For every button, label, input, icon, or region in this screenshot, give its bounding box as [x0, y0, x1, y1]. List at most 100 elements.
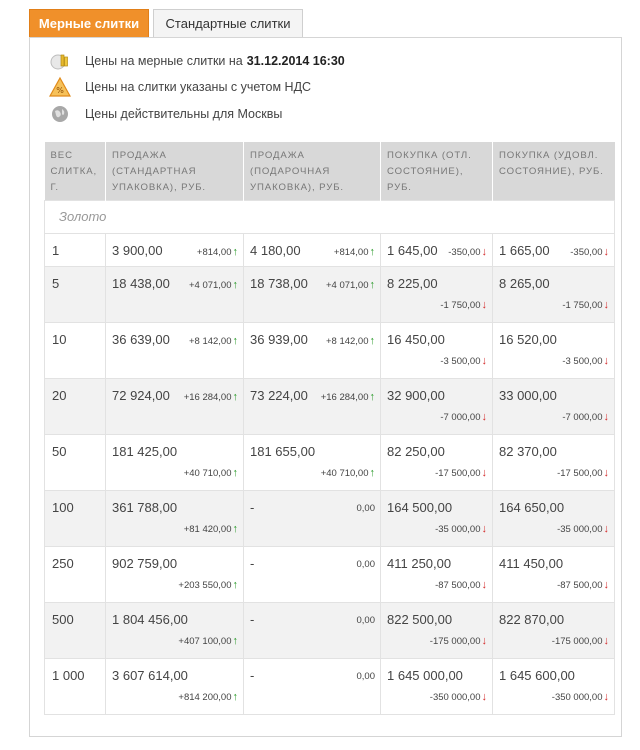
buy-excellent-price: 8 225,00 — [387, 276, 438, 291]
sale-standard-cell: 3 900,00 +814,00↑ — [105, 233, 244, 267]
sale-gift-delta-value: +16 284,00 — [320, 392, 369, 403]
sale-gift-delta-value: 0,00 — [356, 615, 376, 626]
weight-value: 500 — [52, 612, 74, 627]
buy-excellent-delta: -3 500,00↓ — [440, 355, 487, 367]
group-row-gold: Золото — [44, 200, 615, 234]
arrow-down-icon: ↓ — [603, 467, 610, 479]
sale-gift-delta: +16 284,00↑ — [321, 391, 375, 403]
buy-excellent-cell: 822 500,00 -175 000,00↓ — [380, 602, 493, 659]
sale-gift-delta: +4 071,00↑ — [326, 279, 375, 291]
arrow-down-icon: ↓ — [603, 246, 610, 258]
buy-excellent-delta: -87 500,00↓ — [435, 579, 487, 591]
arrow-up-icon: ↑ — [369, 246, 376, 258]
table-header-row: ВЕС СЛИТКА, Г. ПРОДАЖА (СТАНДАРТНАЯ УПАК… — [44, 142, 615, 201]
arrow-up-icon: ↑ — [232, 467, 239, 479]
table-row: 10 36 639,00 +8 142,00↑ 36 939,00 +8 142,00↑… — [44, 322, 615, 379]
sale-gift-delta: 0,00 — [357, 559, 376, 570]
arrow-down-icon: ↓ — [603, 355, 610, 367]
sale-gift-delta-value: +814,00 — [333, 247, 369, 258]
buy-satisfactory-delta: -1 750,00↓ — [562, 299, 609, 311]
buy-satisfactory-delta-value: -1 750,00 — [562, 300, 603, 311]
weight-value: 50 — [52, 444, 67, 459]
buy-satisfactory-delta: -35 000,00↓ — [557, 523, 609, 535]
sale-gift-delta-value: +8 142,00 — [325, 336, 369, 347]
table-row: 100 361 788,00 +81 420,00↑ -0,00 164 500,00-… — [44, 490, 615, 547]
info-moscow: Цены действительны для Москвы — [49, 103, 282, 125]
buy-satisfactory-cell: 1 665,00 -350,00↓ — [492, 233, 615, 267]
arrow-down-icon: ↓ — [481, 691, 488, 703]
buy-excellent-cell: 8 225,00 -1 750,00↓ — [380, 266, 493, 323]
sale-standard-price: 3 900,00 — [112, 243, 163, 258]
buy-satisfactory-cell: 1 645 600,00 -350 000,00↓ — [492, 658, 615, 715]
buy-satisfactory-price: 33 000,00 — [499, 388, 557, 403]
buy-satisfactory-delta-value: -35 000,00 — [557, 524, 603, 535]
tab-measured-bars[interactable]: Мерные слитки — [29, 9, 149, 38]
sale-gift-cell: 18 738,00 +4 071,00↑ — [243, 266, 381, 323]
buy-satisfactory-delta: -87 500,00↓ — [557, 579, 609, 591]
globe-icon — [49, 103, 71, 125]
sale-standard-delta: +8 142,00↑ — [189, 335, 238, 347]
buy-excellent-delta-value: -350,00 — [448, 247, 481, 258]
buy-satisfactory-cell: 411 450,00 -87 500,00↓ — [492, 546, 615, 603]
buy-satisfactory-cell: 16 520,00 -3 500,00↓ — [492, 322, 615, 379]
buy-excellent-price: 1 645,00 — [387, 243, 438, 258]
header-sale-gift: ПРОДАЖА (ПОДАРОЧНАЯ УПАКОВКА), РУБ. — [243, 142, 381, 201]
weight-cell: 10 — [44, 322, 106, 379]
sale-gift-cell: - 0,00 — [243, 658, 381, 715]
buy-excellent-delta-value: -87 500,00 — [435, 580, 481, 591]
sale-standard-cell: 36 639,00 +8 142,00↑ — [105, 322, 244, 379]
arrow-up-icon: ↑ — [232, 246, 239, 258]
sale-standard-delta: +814 200,00↑ — [178, 691, 238, 703]
sale-standard-delta: +814,00↑ — [197, 246, 238, 258]
buy-satisfactory-delta-value: -175 000,00 — [551, 636, 603, 647]
arrow-down-icon: ↓ — [481, 523, 488, 535]
sale-gift-cell: - 0,00 — [243, 546, 381, 603]
buy-excellent-price: 1 645 000,00 — [387, 668, 463, 683]
sale-gift-price: - — [250, 500, 255, 515]
weight-value: 100 — [52, 500, 74, 515]
arrow-up-icon: ↑ — [232, 279, 239, 291]
sale-gift-price: 181 655,00 — [250, 444, 316, 459]
buy-excellent-delta-value: -7 000,00 — [440, 412, 481, 423]
arrow-down-icon: ↓ — [603, 691, 610, 703]
buy-excellent-price: 16 450,00 — [387, 332, 445, 347]
weight-cell: 50 — [44, 434, 106, 491]
sale-gift-delta: 0,00 — [357, 503, 376, 514]
buy-excellent-cell: 32 900,00 -7 000,00↓ — [380, 378, 493, 435]
buy-excellent-cell: 1 645,00 -350,00↓ — [380, 233, 493, 267]
sale-standard-delta-value: +4 071,00 — [188, 280, 232, 291]
weight-value: 1 — [52, 243, 60, 258]
buy-excellent-delta: -17 500,00↓ — [435, 467, 487, 479]
sale-gift-delta: +40 710,00↑ — [321, 467, 375, 479]
table-row: 5 18 438,00 +4 071,00↑ 18 738,00 +4 071,00↑ 8… — [44, 266, 615, 323]
sale-standard-delta: +4 071,00↑ — [189, 279, 238, 291]
sale-standard-price: 18 438,00 — [112, 276, 170, 291]
sale-standard-delta: +40 710,00↑ — [184, 467, 238, 479]
sale-standard-delta: +407 100,00↑ — [178, 635, 238, 647]
weight-value: 5 — [52, 276, 60, 291]
table-row: 13 900,00 +814,00↑ 4 180,00 +814,00↑ 1 645,0… — [44, 233, 615, 267]
sale-gift-cell: 4 180,00 +814,00↑ — [243, 233, 381, 267]
sale-standard-cell: 72 924,00 +16 284,00↑ — [105, 378, 244, 435]
svg-text:%: % — [56, 86, 64, 95]
buy-satisfactory-price: 1 665,00 — [499, 243, 550, 258]
prices-panel: Цены на мерные слитки на 31.12.2014 16:3… — [29, 37, 622, 737]
buy-satisfactory-cell: 8 265,00 -1 750,00↓ — [492, 266, 615, 323]
sale-standard-price: 181 425,00 — [112, 444, 178, 459]
buy-excellent-delta-value: -175 000,00 — [429, 636, 481, 647]
tab-standard-bars[interactable]: Стандартные слитки — [153, 9, 303, 37]
sale-standard-delta-value: +814 200,00 — [178, 692, 232, 703]
sale-gift-price: - — [250, 668, 255, 683]
arrow-down-icon: ↓ — [603, 523, 610, 535]
sale-gift-price: 18 738,00 — [250, 276, 308, 291]
table-row: 20 72 924,00 +16 284,00↑ 73 224,00 +16 284,0… — [44, 378, 615, 435]
group-label-gold: Золото — [44, 200, 615, 234]
sale-standard-price: 1 804 456,00 — [112, 612, 188, 627]
buy-excellent-delta: -350,00↓ — [448, 246, 487, 258]
buy-satisfactory-price: 16 520,00 — [499, 332, 557, 347]
buy-excellent-delta-value: -1 750,00 — [440, 300, 481, 311]
arrow-up-icon: ↑ — [232, 691, 239, 703]
arrow-down-icon: ↓ — [481, 246, 488, 258]
sale-gift-cell: 73 224,00 +16 284,00↑ — [243, 378, 381, 435]
arrow-down-icon: ↓ — [481, 467, 488, 479]
